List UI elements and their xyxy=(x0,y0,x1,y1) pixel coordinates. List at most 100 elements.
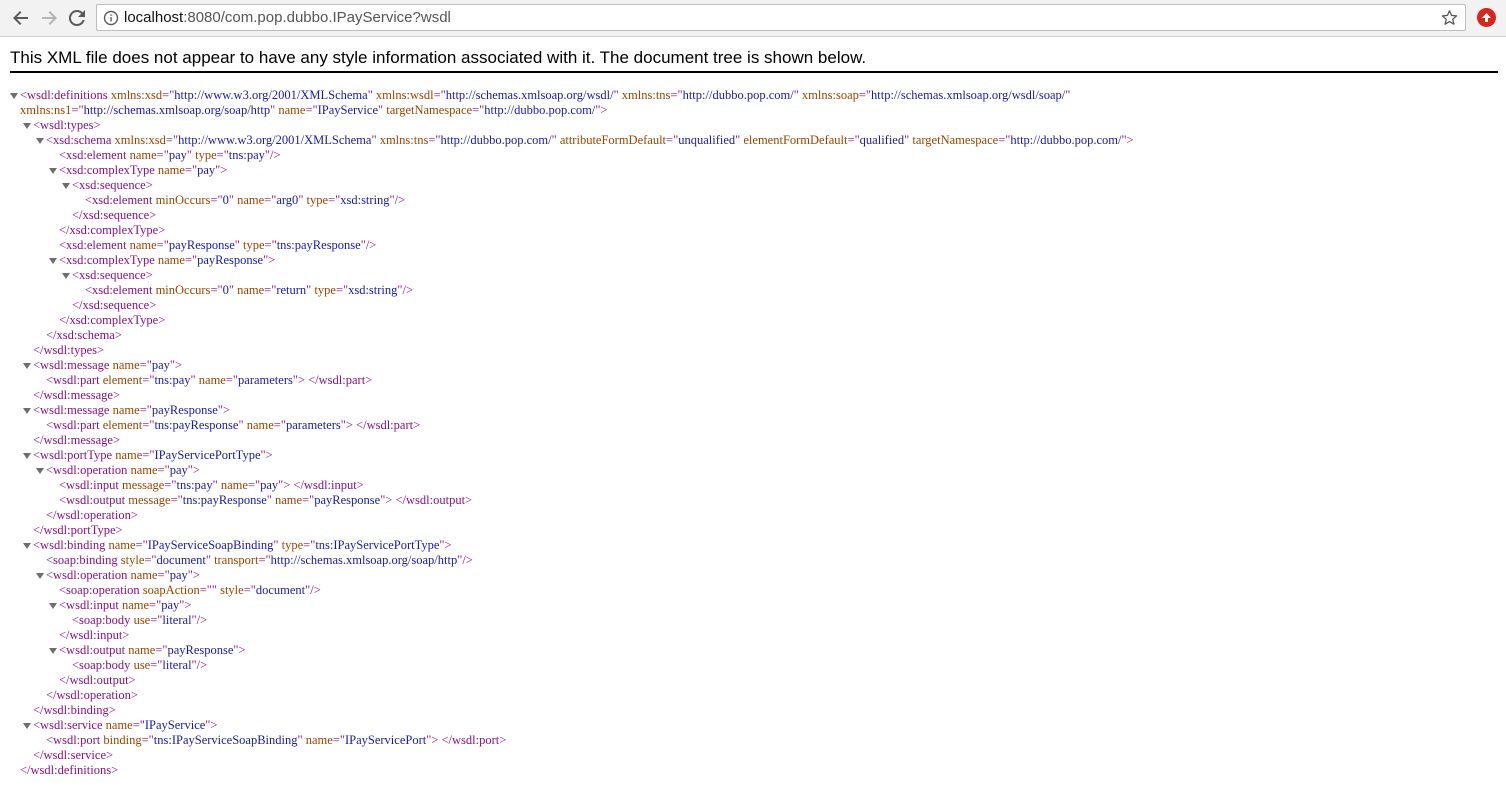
xml-line: <wsdl:operation name="pay"> xyxy=(46,463,200,478)
xml-tag-text: </wsdl:operation> xyxy=(46,688,138,702)
xml-attribute-value: http://dubbo.pop.com/ xyxy=(440,133,552,147)
collapse-triangle-icon[interactable] xyxy=(62,183,70,189)
xml-tag-text: <soap:body xyxy=(72,613,134,627)
xml-tag-text: =" xyxy=(858,88,872,102)
back-button[interactable] xyxy=(10,7,32,29)
xml-attribute-name: element xyxy=(102,373,143,387)
collapse-triangle-icon[interactable] xyxy=(62,273,70,279)
xml-tag-text: =" xyxy=(273,418,286,432)
xml-line: <xsd:complexType name="pay"> xyxy=(59,163,227,178)
collapse-triangle-icon[interactable] xyxy=(23,453,31,459)
xml-tag-text: </xsd:sequence> xyxy=(72,298,157,312)
xml-tag-text: <xsd:sequence> xyxy=(72,178,153,192)
xml-attribute-name: name xyxy=(130,463,158,477)
xml-tag-text: <wsdl:operation xyxy=(46,568,131,582)
xml-tag-text: " xyxy=(273,538,282,552)
xml-tag-text: ="" xyxy=(199,583,221,597)
xml-line: </wsdl:service> xyxy=(33,748,113,763)
xml-tag-text: " xyxy=(793,88,802,102)
xml-tag-text: =" xyxy=(433,88,446,102)
collapse-triangle-icon[interactable] xyxy=(23,363,31,369)
bookmark-star-icon[interactable] xyxy=(1441,9,1458,26)
collapse-triangle-icon[interactable] xyxy=(36,468,44,474)
xml-tag-text: </wsdl:operation> xyxy=(46,508,138,522)
xml-line: <wsdl:service name="IPayService"> xyxy=(33,718,217,733)
xml-attribute-name: use xyxy=(133,613,151,627)
xml-attribute-value: http://dubbo.pop.com/ xyxy=(484,103,596,117)
xml-tag-text: =" xyxy=(670,88,683,102)
xml-attribute-name: name xyxy=(220,478,248,492)
collapse-triangle-icon[interactable] xyxy=(23,543,31,549)
xml-line: </xsd:complexType> xyxy=(59,313,165,328)
xml-attribute-name: name xyxy=(278,103,306,117)
xml-attribute-name: type xyxy=(281,538,304,552)
xml-tag-text: =" xyxy=(264,238,277,252)
xml-tag-text: <wsdl:types> xyxy=(33,118,101,132)
xml-attribute-name: name xyxy=(121,598,150,612)
xml-tag-text: =" xyxy=(210,283,223,297)
xml-attribute-name: attributeFormDefault xyxy=(559,133,667,147)
browser-toolbar: localhost:8080/com.pop.dubbo.IPayService… xyxy=(0,0,1506,37)
xml-line: <soap:binding style="document" transport… xyxy=(46,553,473,568)
xml-attribute-name: targetNamespace xyxy=(386,103,473,117)
xml-tag-text: <xsd:element xyxy=(59,238,130,252)
xml-attribute-name: style xyxy=(120,553,145,567)
xml-attribute-value: IPayServicePort xyxy=(344,733,427,747)
info-icon[interactable] xyxy=(103,10,119,26)
xml-tag-text: </xsd:complexType> xyxy=(59,313,166,327)
xml-attribute-value: literal xyxy=(162,613,192,627)
xml-attribute-name: xmlns:tns xyxy=(379,133,429,147)
xml-tag-text: =" xyxy=(303,538,316,552)
xml-tag-text: " xyxy=(1065,88,1071,102)
xml-tag-text: " xyxy=(297,733,306,747)
xml-line: <soap:body use="literal"/> xyxy=(72,658,207,673)
collapse-triangle-icon[interactable] xyxy=(23,723,31,729)
xml-line: </xsd:sequence> xyxy=(72,298,156,313)
xml-line: <xsd:element name="pay" type="tns:pay"/> xyxy=(59,148,281,163)
xml-attribute-name: type xyxy=(195,148,217,162)
address-bar[interactable]: localhost:8080/com.pop.dubbo.IPayService… xyxy=(96,4,1466,31)
forward-button[interactable] xyxy=(38,7,60,29)
reload-button[interactable] xyxy=(66,7,88,29)
extension-icon[interactable] xyxy=(1477,8,1496,27)
xml-tag-text: " xyxy=(205,553,215,567)
collapse-triangle-icon[interactable] xyxy=(49,258,57,264)
collapse-triangle-icon[interactable] xyxy=(23,123,31,129)
xml-tag-text: " xyxy=(238,418,247,432)
collapse-triangle-icon[interactable] xyxy=(49,168,57,174)
collapse-triangle-icon[interactable] xyxy=(36,573,44,579)
xml-attribute-name: type xyxy=(314,283,336,297)
xml-tag-text: "> xyxy=(205,718,218,732)
xml-attribute-name: xmlns:tns xyxy=(621,88,671,102)
xml-tag-text: " xyxy=(367,88,376,102)
xml-tag-text: "> </wsdl:input> xyxy=(278,478,364,492)
collapse-triangle-icon[interactable] xyxy=(10,93,18,99)
xml-tag-text: =" xyxy=(142,448,155,462)
xml-attribute-value: IPayServiceSoapBinding xyxy=(147,538,274,552)
xml-tag-text: =" xyxy=(164,478,177,492)
xml-line: <soap:operation soapAction="" style="doc… xyxy=(59,583,321,598)
xml-tag-text: =" xyxy=(144,553,157,567)
collapse-triangle-icon[interactable] xyxy=(49,603,57,609)
xml-attribute-name: name xyxy=(198,373,226,387)
xml-line: </wsdl:definitions> xyxy=(20,763,118,778)
xml-attribute-value: document xyxy=(156,553,206,567)
xml-tag-text: =" xyxy=(156,148,169,162)
xml-tag-text: =" xyxy=(135,538,148,552)
xml-tag-text: =" xyxy=(150,613,163,627)
xml-tag-text: " xyxy=(371,133,380,147)
xml-tag-text: </wsdl:message> xyxy=(33,433,121,447)
collapse-triangle-icon[interactable] xyxy=(36,138,44,144)
reload-icon xyxy=(68,9,85,26)
url-text[interactable]: localhost:8080/com.pop.dubbo.IPayService… xyxy=(124,9,451,26)
xml-attribute-value: pay xyxy=(197,163,216,177)
xml-tag-text: =" xyxy=(258,553,271,567)
collapse-triangle-icon[interactable] xyxy=(49,648,57,654)
xml-tag-text: =" xyxy=(243,583,256,597)
xml-attribute-name: xmlns:xsd xyxy=(110,88,163,102)
xml-tag-text: =" xyxy=(71,103,84,117)
xml-tag-text: <xsd:element xyxy=(85,193,156,207)
collapse-triangle-icon[interactable] xyxy=(23,408,31,414)
xml-line: <xsd:sequence> xyxy=(72,178,153,193)
xml-line: </xsd:schema> xyxy=(46,328,122,343)
